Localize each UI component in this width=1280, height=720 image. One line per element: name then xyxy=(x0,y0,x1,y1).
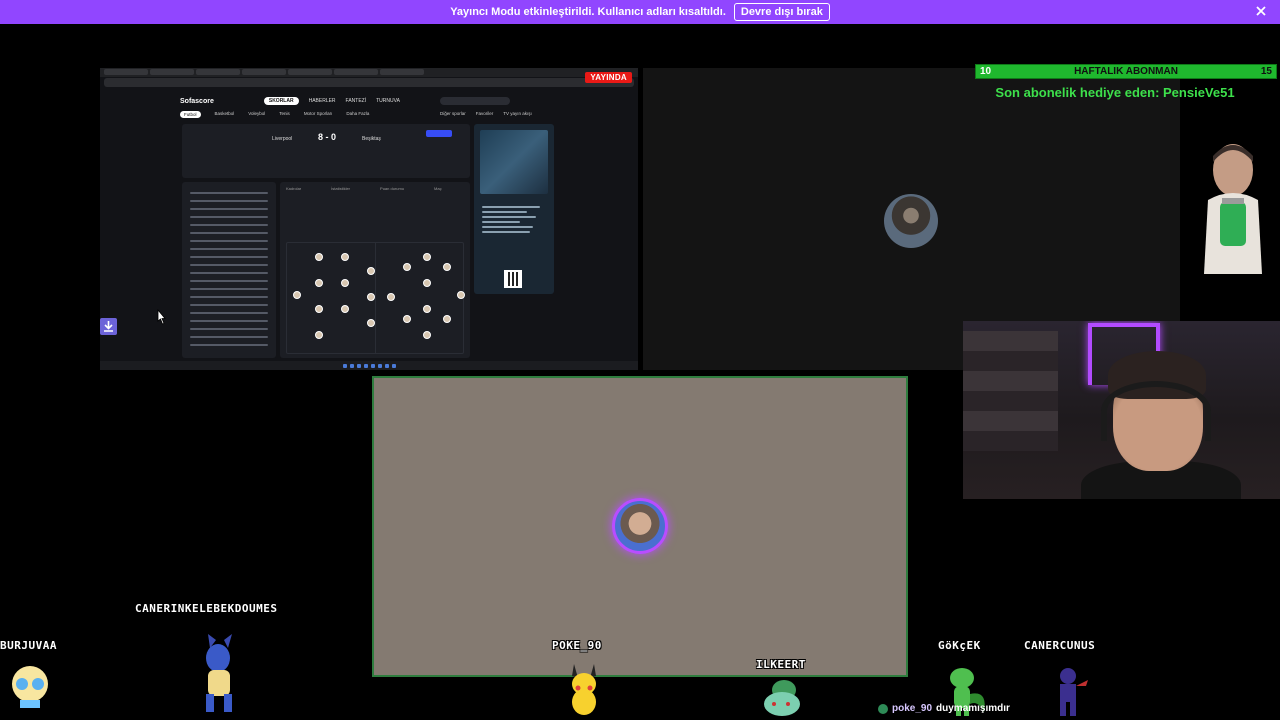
pet-name-label: POKE_90 xyxy=(552,639,602,652)
pitch-tabs: Kadrolar İstatistikler Puan durumu Maç xyxy=(286,186,464,192)
player-marker xyxy=(341,305,349,313)
participant-avatar xyxy=(884,194,938,248)
player-marker xyxy=(443,315,451,323)
qr-code-icon xyxy=(504,270,522,288)
player-marker xyxy=(443,263,451,271)
right-link: Diğer sporlar xyxy=(440,111,466,116)
windows-taskbar xyxy=(100,361,638,370)
mouse-cursor-icon xyxy=(157,309,166,325)
player-marker xyxy=(315,279,323,287)
football-pitch xyxy=(286,242,465,354)
chat-badge-icon xyxy=(878,703,888,714)
sport-item: Voleybol xyxy=(248,111,266,116)
speaking-user-avatar xyxy=(612,498,668,554)
ad-card xyxy=(474,124,554,294)
banner-message: Yayıncı Modu etkinleştirildi. Kullanıcı … xyxy=(450,6,726,18)
player-marker xyxy=(367,267,375,275)
chat-message: poke_90 duymamışımdır xyxy=(878,703,1010,714)
player-marker xyxy=(367,293,375,301)
sport-item: Tenis xyxy=(279,111,290,116)
nav-item: HABERLER xyxy=(308,98,336,104)
download-icon[interactable] xyxy=(100,318,117,335)
last-gift-sub-text: Son abonelik hediye eden: PensieVe51 xyxy=(995,85,1235,100)
nav-item: FANTEZİ xyxy=(345,98,367,104)
player-marker xyxy=(367,319,375,327)
match-score-card: Liverpool 8 - 0 Beşiktaş xyxy=(182,124,470,178)
bulbasaur-sprite-icon xyxy=(764,680,800,716)
player-marker xyxy=(315,305,323,313)
pitch-tab: Kadrolar xyxy=(286,186,302,191)
sport-item: Motor Sporları xyxy=(303,111,333,116)
chat-text: duymamışımdır xyxy=(936,703,1010,714)
player-marker xyxy=(315,331,323,339)
player-marker xyxy=(423,305,431,313)
sport-item: Futbol xyxy=(180,111,201,118)
ad-text xyxy=(482,206,546,236)
pitch-tab: Puan durumu xyxy=(380,186,405,191)
player-marker xyxy=(403,263,411,271)
player-marker xyxy=(423,331,431,339)
chat-username: poke_90 xyxy=(892,703,933,714)
pet-name-label: BURJUVAA xyxy=(0,639,57,652)
pet-name-label: GöKçEK xyxy=(938,639,981,652)
pet-name-label: ILKEERT xyxy=(756,658,806,671)
live-badge: YAYINDA xyxy=(585,72,632,83)
site-right-links: Diğer sporlar Favoriler TV yayın akışı xyxy=(440,111,532,116)
browser-address-bar xyxy=(104,78,634,87)
pitch-tab: Maç xyxy=(434,186,442,191)
site-search xyxy=(439,97,510,105)
pitch-tab: İstatistikler xyxy=(331,186,351,191)
right-link: TV yayın akışı xyxy=(503,111,532,116)
player-marker xyxy=(341,279,349,287)
player-marker xyxy=(341,253,349,261)
player-marker xyxy=(293,291,301,299)
player-marker xyxy=(423,279,431,287)
browser-tabs xyxy=(100,68,638,77)
screen-share: YAYINDA Sofascore SKORLAR HABERLER FANTE… xyxy=(100,68,638,370)
away-team: Beşiktaş xyxy=(362,136,381,142)
sports-menu: Futbol Basketbol Voleybol Tenis Motor Sp… xyxy=(180,111,369,118)
close-icon[interactable] xyxy=(1254,4,1268,18)
goal-max: 15 xyxy=(1260,66,1272,77)
site-logo: Sofascore xyxy=(180,97,214,105)
ad-image xyxy=(480,130,548,194)
player-marker xyxy=(315,253,323,261)
lineup-pitch-card: Kadrolar İstatistikler Puan durumu Maç xyxy=(280,182,470,358)
follow-button xyxy=(426,130,452,137)
pet-name-label: CANERINKELEBEKDOUMES xyxy=(135,602,278,615)
nav-item: TURNUVA xyxy=(376,98,400,104)
subscriber-goal-bar: 10 HAFTALIK ABONMAN 15 xyxy=(975,64,1277,79)
player-marker xyxy=(423,253,431,261)
nav-item: SKORLAR xyxy=(263,97,299,105)
bubble-girl-sprite-icon xyxy=(12,666,48,708)
streamer-webcam xyxy=(963,321,1280,499)
player-marker xyxy=(387,293,395,301)
match-score: 8 - 0 xyxy=(318,132,337,142)
home-team: Liverpool xyxy=(272,136,293,142)
lucario-sprite-icon xyxy=(206,634,232,712)
sport-item: Daha Fazla xyxy=(346,111,370,116)
lineup-list xyxy=(182,182,276,358)
streamer-sticker-icon xyxy=(1204,144,1262,274)
site-navbar: Sofascore SKORLAR HABERLER FANTEZİ TURNU… xyxy=(100,94,638,108)
goal-title: HAFTALIK ABONMAN xyxy=(1074,66,1178,77)
disable-streamer-mode-button[interactable]: Devre dışı bırak xyxy=(733,3,830,21)
ninja-sprite-icon xyxy=(1060,668,1088,716)
right-link: Favoriler xyxy=(475,111,494,116)
pet-name-label: CANERCUNUS xyxy=(1024,639,1096,652)
streamer-mode-banner: Yayıncı Modu etkinleştirildi. Kullanıcı … xyxy=(0,0,1280,24)
player-marker xyxy=(457,291,465,299)
player-marker xyxy=(403,315,411,323)
pikachu-sprite-icon xyxy=(572,664,596,715)
sport-item: Basketbol xyxy=(214,111,235,116)
